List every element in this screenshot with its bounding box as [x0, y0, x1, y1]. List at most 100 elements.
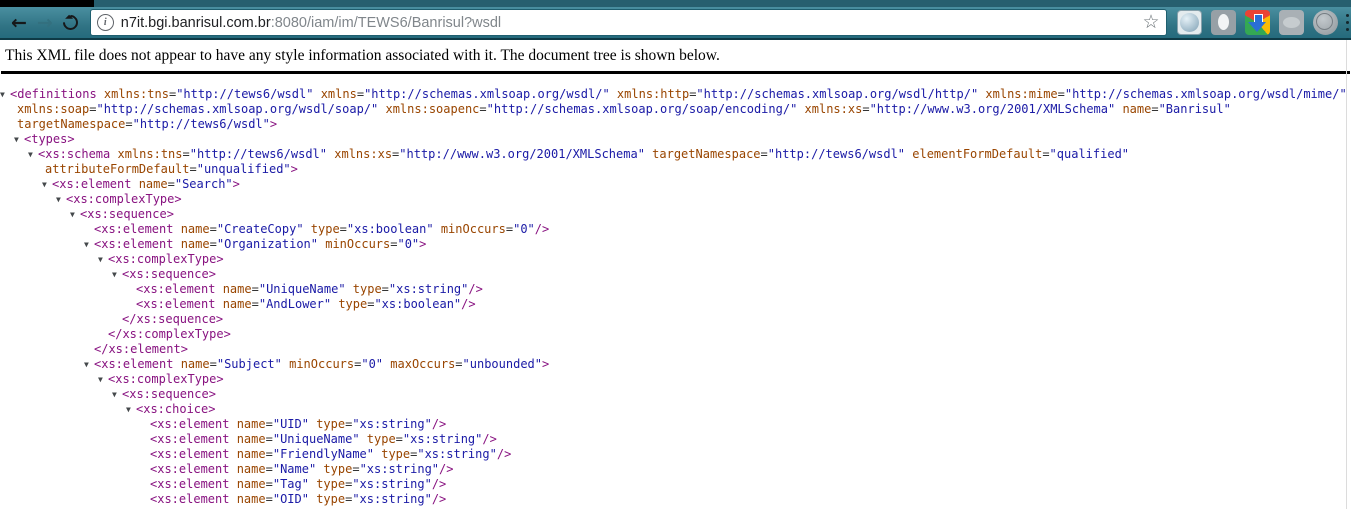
xml-value: "Subject" [216, 357, 282, 371]
xml-value: "xs:string" [388, 282, 469, 296]
download-arrow-head-icon [1247, 22, 1266, 32]
xml-line: <xs:element name="OID" type="xs:string"/… [0, 492, 1351, 507]
xml-tag: > [232, 177, 240, 191]
xml-equals: = [209, 222, 217, 236]
xml-tag: <xs:element [136, 282, 216, 296]
xml-tag: <xs:element [150, 447, 230, 461]
reload-button[interactable] [58, 10, 84, 36]
xml-attribute: xmlns:xs [327, 147, 393, 161]
xml-line: ▼ <xs:element name="Subject" minOccurs="0… [0, 357, 1351, 372]
xml-tag: > [290, 162, 298, 176]
download-extension-icon[interactable] [1244, 10, 1270, 35]
collapse-arrow-icon[interactable]: ▼ [98, 252, 108, 267]
xml-tag: /> [468, 282, 483, 296]
coin-extension-icon[interactable] [1312, 10, 1338, 35]
xml-line: ▼ <definitions xmlns:tns = "http://tews6/ws… [0, 87, 1351, 102]
egg-extension-icon[interactable] [1210, 10, 1236, 35]
xml-tag: </xs:complexType> [108, 327, 231, 341]
xml-tag: > [419, 237, 427, 251]
xml-tag: /> [439, 462, 454, 476]
xml-value: "xs:string" [352, 477, 432, 491]
xml-tag: > [269, 117, 278, 131]
xml-value: "xs:string" [402, 432, 483, 446]
xml-tag: <xs:element [150, 432, 230, 446]
xml-attribute: name [229, 462, 266, 476]
xml-tag: <xs:element [94, 237, 174, 251]
xml-viewer-message: This XML file does not appear to have an… [5, 47, 720, 64]
xml-equals: = [505, 222, 514, 236]
xml-line: ▼ <xs:complexType> [0, 372, 1351, 387]
browser-chrome: ← → i n7it.bgi.banrisul.com.br:8080/iam/… [0, 0, 1351, 40]
xml-attribute: targetNamespace [17, 117, 126, 131]
collapse-arrow-icon[interactable]: ▼ [126, 402, 136, 417]
collapse-arrow-icon[interactable]: ▼ [98, 372, 108, 387]
xml-line: ▼ <xs:complexType> [0, 192, 1351, 207]
xml-attribute: xmlns:tns [110, 147, 183, 161]
xml-tag: /> [482, 432, 497, 446]
xml-tag: <types> [24, 132, 75, 146]
xml-line: <xs:element name="Tag" type="xs:string"/… [0, 477, 1351, 492]
xml-value: "0" [397, 237, 420, 251]
xml-attribute: xmlns:tns [96, 87, 169, 101]
menu-dot-icon [1345, 20, 1349, 25]
xml-value: "http://schemas.xmlsoap.org/wsdl/soap/" [96, 102, 379, 116]
back-button[interactable]: ← [6, 10, 32, 36]
page-info-icon[interactable]: i [96, 14, 114, 31]
xml-attribute: name [229, 477, 266, 491]
scrollbar-edge[interactable] [1346, 40, 1347, 509]
xml-attribute: xmlns:soapenc [378, 102, 480, 116]
collapse-arrow-icon[interactable]: ▼ [84, 237, 94, 252]
xml-line: ▼ <xs:complexType> [0, 252, 1351, 267]
collapse-arrow-icon[interactable]: ▼ [112, 267, 122, 282]
xml-tag: <xs:sequence> [122, 387, 216, 401]
xml-tag: <xs:sequence> [80, 207, 174, 221]
browser-menu-button[interactable] [1345, 13, 1349, 32]
xml-tag: /> [431, 477, 447, 491]
xml-tag: <xs:sequence> [122, 267, 216, 281]
xml-attribute: type [374, 447, 411, 461]
coin-ring-icon [1315, 13, 1333, 30]
collapse-arrow-icon[interactable]: ▼ [14, 132, 24, 147]
cloud-extension-icon[interactable] [1278, 10, 1304, 35]
url-host: n7it.bgi.banrisul.com.br [120, 14, 271, 31]
bookmark-star-icon[interactable]: ☆ [1142, 13, 1159, 32]
xml-attribute: maxOccurs [383, 357, 456, 371]
xml-tag: <xs:element [94, 222, 174, 236]
xml-tag: /> [461, 297, 476, 311]
tab-fragment[interactable] [0, 0, 94, 7]
collapse-arrow-icon[interactable]: ▼ [42, 177, 52, 192]
collapse-arrow-icon[interactable]: ▼ [28, 147, 38, 162]
forward-button[interactable]: → [32, 10, 58, 36]
xml-value: "http://schemas.xmlsoap.org/wsdl/" [364, 87, 610, 101]
xml-value: "http://tews6/wsdl" [132, 117, 270, 131]
xml-value: "UID" [272, 417, 309, 431]
xml-value: "OID" [272, 492, 309, 506]
globe-extension-icon[interactable] [1176, 10, 1202, 35]
xml-equals: = [352, 462, 360, 476]
xml-equals: = [356, 87, 365, 101]
collapse-arrow-icon[interactable]: ▼ [56, 192, 66, 207]
xml-equals: = [265, 462, 273, 476]
url-bar[interactable]: i n7it.bgi.banrisul.com.br:8080/iam/im/T… [89, 9, 1167, 36]
xml-equals: = [125, 117, 133, 131]
xml-attribute: name [173, 357, 210, 371]
collapse-arrow-icon[interactable]: ▼ [0, 87, 10, 102]
xml-attribute: type [303, 222, 340, 236]
xml-tag: <xs:complexType> [66, 192, 182, 206]
xml-equals: = [182, 147, 190, 161]
xml-tag: <xs:element [150, 492, 230, 506]
url-path: :8080/iam/im/TEWS6/Banrisul?wsdl [270, 14, 502, 31]
xml-tag: <xs:element [150, 462, 230, 476]
url-text[interactable]: n7it.bgi.banrisul.com.br:8080/iam/im/TEW… [121, 15, 1137, 31]
collapse-arrow-icon[interactable]: ▼ [70, 207, 80, 222]
xml-value: "Name" [272, 462, 317, 476]
collapse-arrow-icon[interactable]: ▼ [112, 387, 122, 402]
collapse-arrow-icon[interactable]: ▼ [84, 357, 94, 372]
xml-value: "UniqueName" [272, 432, 360, 446]
